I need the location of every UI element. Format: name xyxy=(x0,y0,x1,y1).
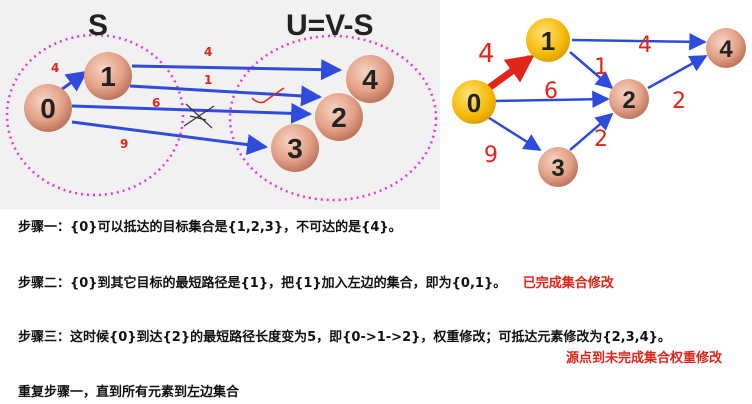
svg-text:2: 2 xyxy=(622,87,635,114)
node-1: 1 xyxy=(526,18,570,62)
edge-weight-0-2: 6 xyxy=(544,79,558,104)
step-three: 步骤三：这时候{0}到达{2}的最短路径长度变为5，即{0->1->2}，权重修… xyxy=(18,330,671,345)
weighted-graph-diagram: 4 6 9 1 4 2 2 0 1 2 3 4 xyxy=(440,0,752,210)
node-4: 4 xyxy=(706,28,746,68)
svg-text:4: 4 xyxy=(362,64,378,95)
node-3: 3 xyxy=(271,124,319,172)
edge-weight-0-1: 4 xyxy=(51,61,59,75)
node-2: 2 xyxy=(609,79,649,119)
step-three-note: 源点到未完成集合权重修改 xyxy=(565,351,722,366)
svg-text:0: 0 xyxy=(40,93,56,124)
node-4: 4 xyxy=(346,55,394,103)
node-0: 0 xyxy=(452,80,496,124)
edge-weight-0-3: 9 xyxy=(484,143,498,168)
svg-text:2: 2 xyxy=(331,102,347,133)
edge-weight-1-4: 4 xyxy=(204,45,212,59)
edge-weight-1-2: 1 xyxy=(594,55,608,80)
svg-text:1: 1 xyxy=(541,26,555,56)
node-0: 0 xyxy=(24,84,72,132)
svg-text:0: 0 xyxy=(467,88,481,118)
edge-0-3 xyxy=(71,120,269,155)
step-two: 步骤二：{0}到其它目标的最短路径是{1}，把{1}加入左边的集合，即为{0,1… xyxy=(18,276,614,291)
edge-weight-0-2: 6 xyxy=(152,96,160,110)
svg-text:1: 1 xyxy=(100,61,116,92)
step-repeat: 重复步骤一，直到所有元素到左边集合 xyxy=(18,385,240,400)
edge-weight-1-4: 4 xyxy=(638,33,652,58)
edge-weight-2-4: 2 xyxy=(672,89,686,114)
cross-mark-icon xyxy=(183,103,215,129)
edge-weight-0-3: 9 xyxy=(120,137,128,151)
edge-weight-1-2: 1 xyxy=(204,73,212,87)
svg-text:3: 3 xyxy=(551,155,564,182)
svg-text:3: 3 xyxy=(287,133,303,164)
set-partition-diagram: S U=V-S 4 4 1 6 9 0 1 4 2 3 xyxy=(0,0,445,210)
step-two-note: 已完成集合修改 xyxy=(522,276,614,291)
svg-text:4: 4 xyxy=(719,36,733,63)
edge-weight-0-1: 4 xyxy=(478,39,495,69)
edge-2-4 xyxy=(647,54,708,90)
node-3: 3 xyxy=(538,147,578,187)
step-one: 步骤一：{0}可以抵达的目标集合是{1,2,3}，不可达的是{4}。 xyxy=(18,220,402,235)
node-2: 2 xyxy=(315,93,363,141)
edge-weight-3-2: 2 xyxy=(594,127,608,152)
set-u-label: U=V-S xyxy=(286,9,374,42)
node-1: 1 xyxy=(84,52,132,100)
edge-1-4 xyxy=(131,59,343,81)
set-s-label: S xyxy=(88,9,108,42)
edge-0-2 xyxy=(71,102,313,124)
